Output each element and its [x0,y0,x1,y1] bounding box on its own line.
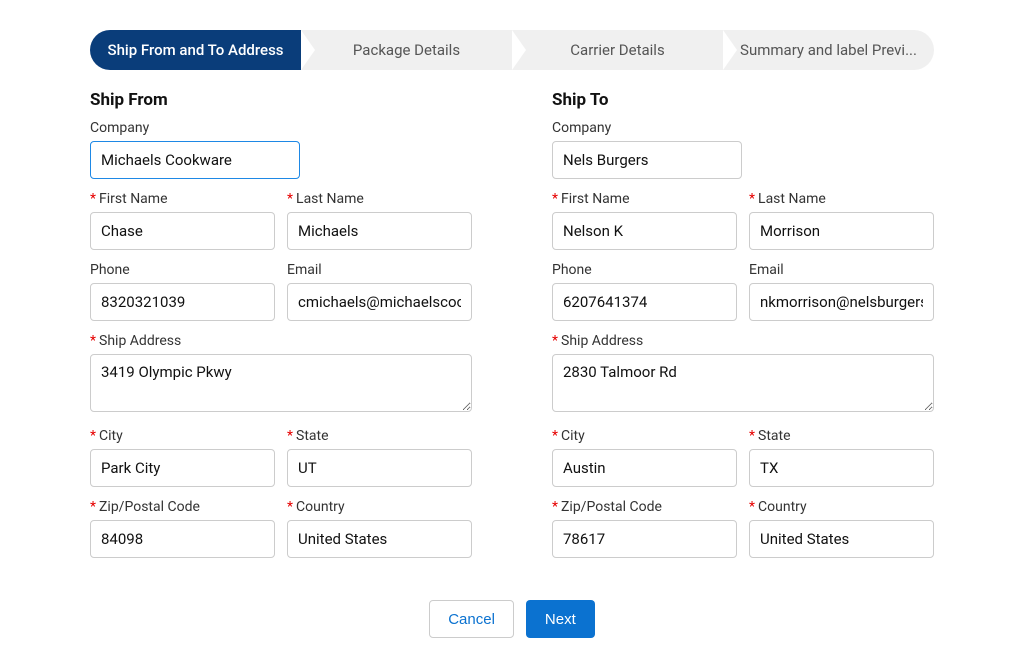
step-package-details[interactable]: Package Details [301,30,512,70]
company-label: Company [90,120,472,136]
ship-from-city-input[interactable] [90,449,275,487]
ship-to-state-input[interactable] [749,449,934,487]
ship-to-title: Ship To [552,90,934,110]
next-button[interactable]: Next [526,600,595,638]
last-name-label: *Last Name [749,191,934,207]
ship-from-address-input[interactable] [90,354,472,412]
address-label: *Ship Address [90,333,472,349]
ship-to-city-input[interactable] [552,449,737,487]
ship-from-first-name-input[interactable] [90,212,275,250]
first-name-label: *First Name [90,191,275,207]
ship-from-last-name-input[interactable] [287,212,472,250]
phone-label: Phone [552,262,737,278]
ship-to-address-input[interactable] [552,354,934,412]
address-label: *Ship Address [552,333,934,349]
company-label: Company [552,120,934,136]
email-label: Email [749,262,934,278]
ship-to-first-name-input[interactable] [552,212,737,250]
ship-from-phone-input[interactable] [90,283,275,321]
country-label: *Country [749,499,934,515]
ship-to-country-input[interactable] [749,520,934,558]
zip-label: *Zip/Postal Code [552,499,737,515]
step-carrier-details[interactable]: Carrier Details [512,30,723,70]
city-label: *City [552,428,737,444]
ship-to-email-input[interactable] [749,283,934,321]
ship-to-column: Ship To Company *First Name *Last Name P… [552,90,934,570]
state-label: *State [749,428,934,444]
address-form: Ship From Company *First Name *Last Name… [90,90,934,570]
step-summary-preview[interactable]: Summary and label Previ... [723,30,934,70]
ship-to-last-name-input[interactable] [749,212,934,250]
last-name-label: *Last Name [287,191,472,207]
ship-from-country-input[interactable] [287,520,472,558]
email-label: Email [287,262,472,278]
state-label: *State [287,428,472,444]
footer-actions: Cancel Next [90,600,934,638]
ship-to-zip-input[interactable] [552,520,737,558]
city-label: *City [90,428,275,444]
ship-to-phone-input[interactable] [552,283,737,321]
ship-from-title: Ship From [90,90,472,110]
ship-from-state-input[interactable] [287,449,472,487]
ship-from-zip-input[interactable] [90,520,275,558]
progress-stepper: Ship From and To Address Package Details… [90,30,934,70]
phone-label: Phone [90,262,275,278]
ship-from-company-input[interactable] [90,141,300,179]
ship-from-email-input[interactable] [287,283,472,321]
zip-label: *Zip/Postal Code [90,499,275,515]
ship-from-column: Ship From Company *First Name *Last Name… [90,90,472,570]
step-ship-address[interactable]: Ship From and To Address [90,30,301,70]
cancel-button[interactable]: Cancel [429,600,514,638]
country-label: *Country [287,499,472,515]
ship-to-company-input[interactable] [552,141,742,179]
first-name-label: *First Name [552,191,737,207]
